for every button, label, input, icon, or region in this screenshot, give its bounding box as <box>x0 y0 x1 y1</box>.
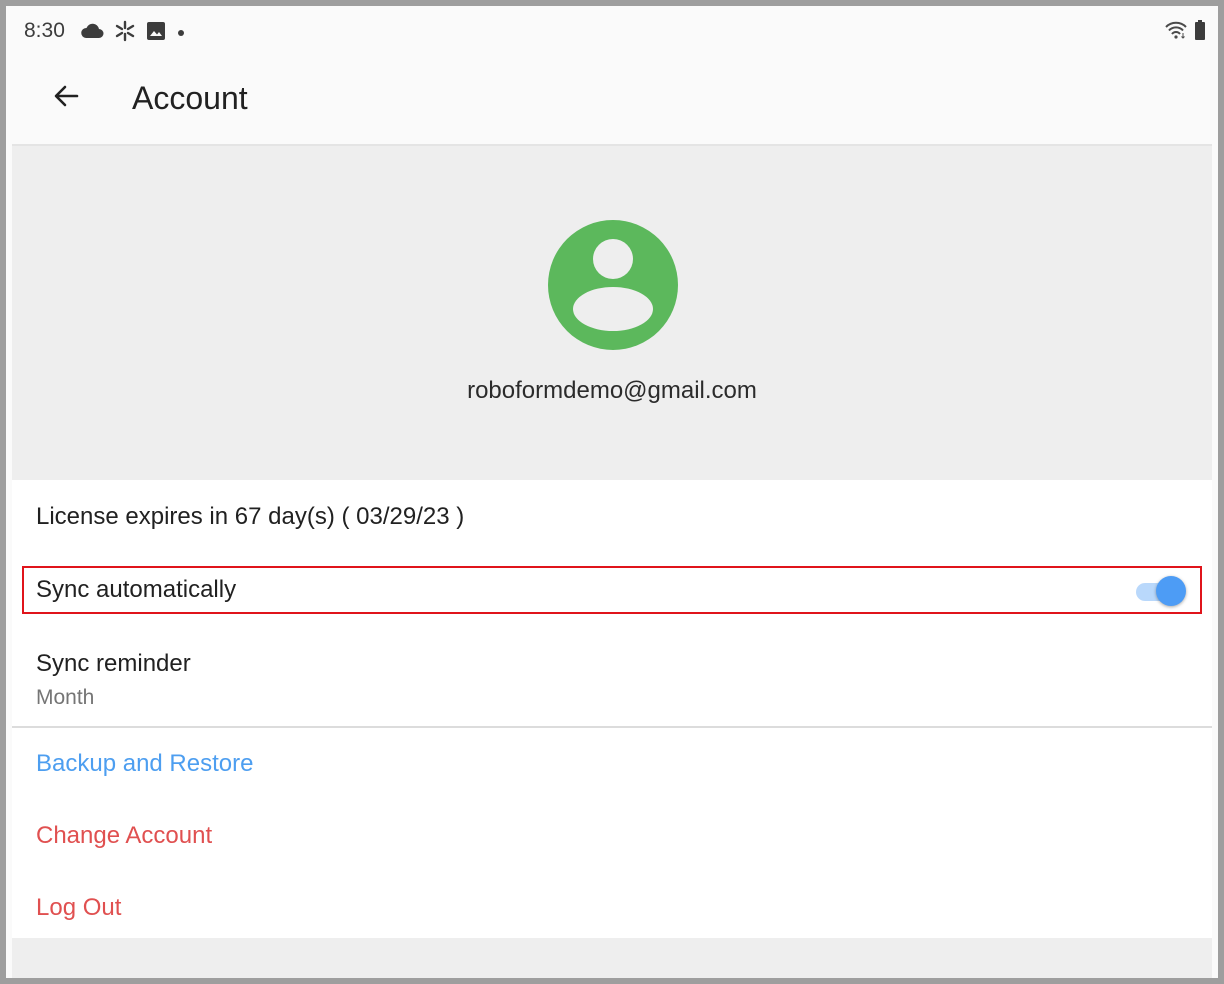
status-time: 8:30 <box>24 19 65 42</box>
license-text: License expires in 67 day(s) ( 03/29/23 … <box>36 503 465 530</box>
status-bar: 8:30 <box>6 6 1218 56</box>
sparkle-icon <box>114 20 136 47</box>
account-content: roboformdemo@gmail.com License expires i… <box>12 144 1212 978</box>
change-account-link[interactable]: Change Account <box>36 822 212 850</box>
sync-automatically-row[interactable]: Sync automatically <box>22 566 1202 614</box>
sync-automatically-label: Sync automatically <box>36 576 237 603</box>
cloud-icon <box>80 22 104 45</box>
toggle-thumb <box>1156 576 1186 606</box>
license-info: License expires in 67 day(s) ( 03/29/23 … <box>12 480 1212 552</box>
profile-header: roboformdemo@gmail.com <box>12 144 1212 480</box>
back-button[interactable] <box>42 74 90 122</box>
backup-restore-link[interactable]: Backup and Restore <box>36 750 253 778</box>
battery-icon <box>1194 19 1206 46</box>
account-email: roboformdemo@gmail.com <box>467 377 757 404</box>
page-title: Account <box>132 80 248 116</box>
sync-automatically-toggle[interactable] <box>1130 573 1186 607</box>
app-bar: Account <box>6 56 1218 144</box>
log-out-link[interactable]: Log Out <box>36 894 121 922</box>
sync-reminder-value: Month <box>36 686 95 709</box>
footer-band <box>12 938 1212 978</box>
status-notification-icons <box>80 20 186 47</box>
arrow-back-icon <box>52 82 80 115</box>
section-divider <box>12 726 1212 728</box>
dot-icon <box>176 25 186 43</box>
account-circle-icon <box>548 220 678 350</box>
device-screen: 8:30 Account roboformdemo@gmail.com Lice… <box>6 6 1218 978</box>
sync-reminder-row[interactable]: Sync reminder Month <box>12 632 1212 720</box>
wifi-icon <box>1164 20 1188 45</box>
status-system-icons <box>1164 19 1206 46</box>
image-icon <box>146 21 166 46</box>
sync-reminder-label: Sync reminder <box>36 650 191 677</box>
